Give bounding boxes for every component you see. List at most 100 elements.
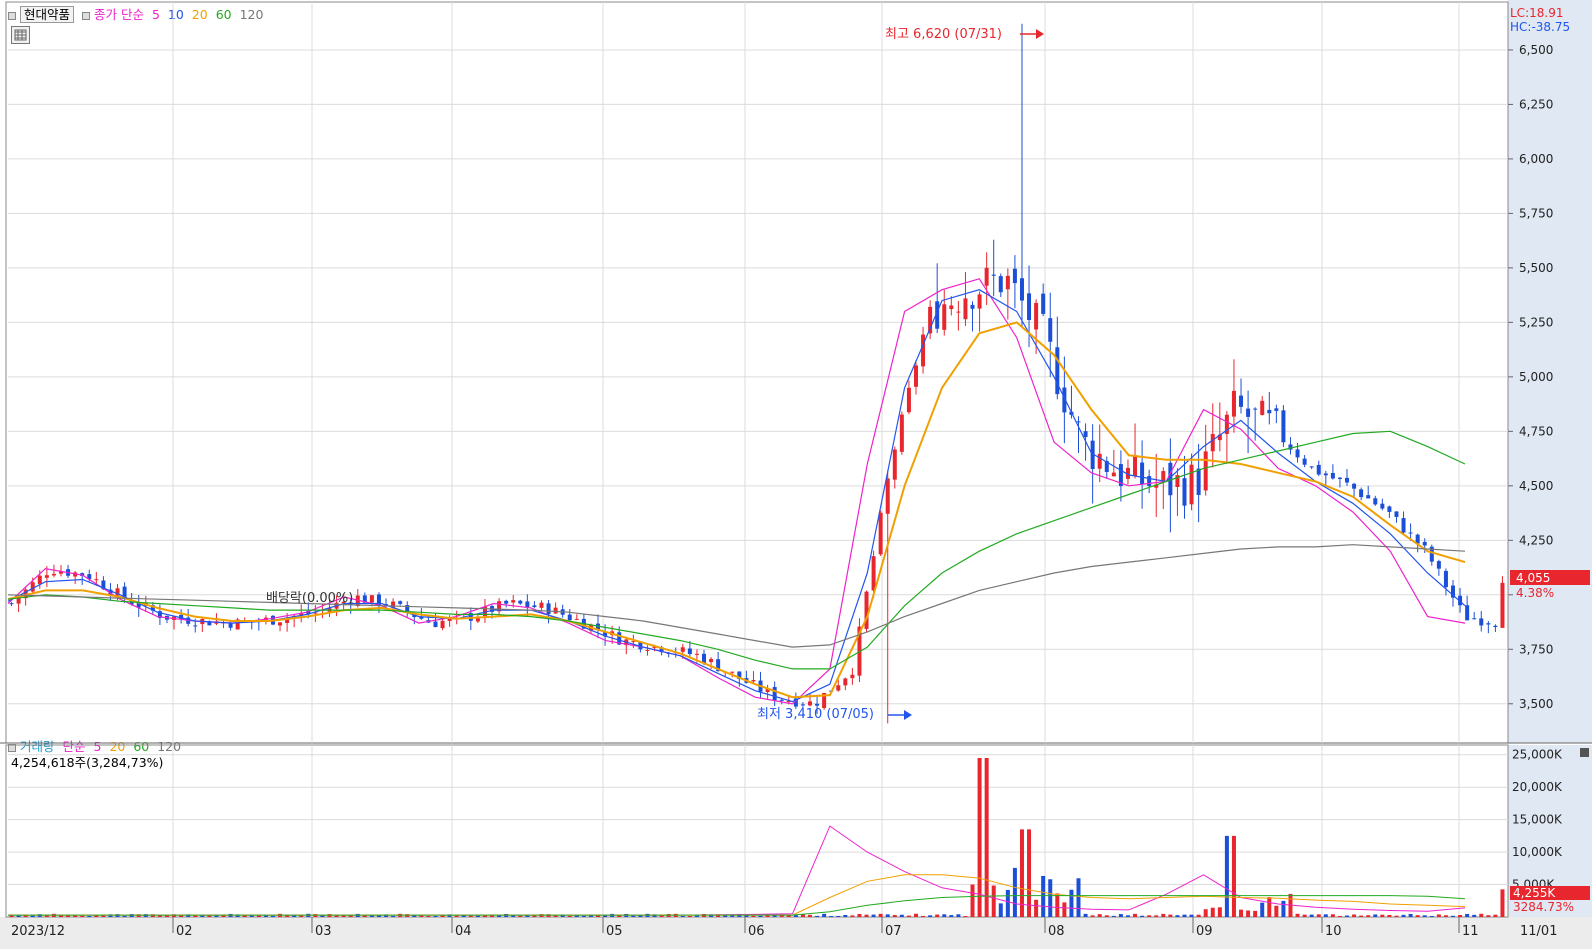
candle-body [836, 685, 841, 691]
candle-body [970, 304, 975, 309]
volume-bar [1373, 914, 1378, 917]
volume-bar [1359, 915, 1364, 917]
volume-bar [963, 916, 968, 918]
volume-bar [1281, 900, 1286, 917]
candle-body [772, 687, 777, 701]
volume-bar [631, 915, 636, 917]
candle-body [37, 575, 42, 584]
volume-bar [1352, 914, 1357, 917]
candle-body [1486, 623, 1491, 625]
volume-bar [1097, 914, 1102, 917]
high-annotation: 최고 6,620 (07/31) [885, 27, 1002, 42]
candle-body [574, 618, 579, 620]
volume-bar [1316, 914, 1321, 917]
candle-body [1260, 400, 1265, 415]
volume-bar [1005, 889, 1010, 917]
volume-bar [1083, 913, 1088, 917]
volume-bar [1147, 915, 1152, 917]
candle-body [1019, 278, 1024, 301]
candle-body [1359, 489, 1364, 498]
volume-bar [391, 915, 396, 917]
price-tick-label: 6,000 [1519, 152, 1553, 166]
volume-bar [1323, 914, 1328, 917]
volume-bar [1493, 914, 1498, 917]
chart-canvas[interactable]: 3,500 3,750 4,250 4,500 4,750 5,000 5,250 5,500… [0, 0, 1592, 949]
date-tick-label: 02 [176, 924, 193, 939]
candle-body [878, 512, 883, 555]
candle-body [1394, 511, 1399, 517]
candle-body [511, 600, 516, 603]
volume-tick-label: 20,000K [1512, 780, 1563, 794]
candle-body [871, 556, 876, 591]
candle-body [1196, 468, 1201, 495]
volume-bar [270, 915, 275, 917]
low-annotation: 최저 3,410 (07/05) [757, 707, 874, 722]
volume-bar [1465, 913, 1470, 917]
volume-bar [193, 915, 198, 917]
volume-bar [1125, 915, 1130, 917]
candle-body [1352, 483, 1357, 489]
volume-bar [1231, 835, 1236, 917]
volume-bar [1224, 835, 1229, 917]
volume-bar [1196, 914, 1201, 917]
candle-body [567, 614, 572, 621]
date-tick-label: 10 [1325, 924, 1342, 939]
date-tick-label: 2023/12 [11, 924, 65, 939]
volume-panel-border [5, 744, 1509, 918]
volume-bar [1161, 913, 1166, 917]
lc-value: LC:18.91 [1510, 6, 1563, 20]
candle-body [1083, 431, 1088, 438]
low-arrow-icon [888, 710, 912, 720]
volume-bar [850, 915, 855, 917]
volume-bar [998, 903, 1003, 917]
date-tick-label: 04 [455, 924, 472, 939]
volume-bar [1090, 915, 1095, 917]
current-price: 4,055 [1516, 571, 1550, 585]
volume-bar [1401, 914, 1406, 917]
candle-body [885, 478, 890, 514]
candle-body [977, 294, 982, 309]
volume-bar [1366, 915, 1371, 917]
candle-body [1034, 302, 1039, 330]
candle-body [1373, 498, 1378, 505]
volume-bar [30, 915, 35, 917]
volume-bar [1111, 915, 1116, 917]
candle-body [1203, 451, 1208, 491]
volume-bar [1422, 915, 1427, 917]
candle-body [645, 650, 650, 652]
dividend-annotation: 배당락(0.00%) [266, 591, 353, 606]
date-tick-label: 06 [748, 924, 765, 939]
volume-bar [1443, 915, 1448, 917]
candle-body [751, 680, 756, 682]
volume-bar [1408, 913, 1413, 917]
candle-body [525, 601, 530, 608]
volume-bar [906, 915, 911, 917]
candle-body [369, 595, 374, 603]
volume-bar [1458, 915, 1463, 917]
candle-body [1472, 618, 1477, 620]
volume-bar [977, 757, 982, 917]
candle-body [278, 622, 283, 626]
volume-bar [73, 915, 78, 917]
hc-value: HC:-38.75 [1510, 20, 1570, 34]
candle-body [807, 701, 812, 706]
volume-bar [928, 915, 933, 917]
candle-body [730, 671, 735, 673]
volume-tick-label: 10,000K [1512, 845, 1563, 859]
volume-bar [567, 915, 572, 917]
ma-line-20 [7, 321, 1466, 699]
candle-body [1182, 478, 1187, 506]
candle-body [1140, 462, 1145, 485]
volume-bar [815, 915, 820, 917]
candle-body [1337, 477, 1342, 479]
candle-body [1323, 473, 1328, 476]
volume-bar [1076, 878, 1081, 917]
candle-body [518, 600, 523, 604]
volume-bar [1479, 913, 1484, 917]
candle-body [1111, 472, 1116, 477]
candle-body [843, 678, 848, 686]
volume-close-icon[interactable] [1580, 748, 1589, 757]
candle-body [1309, 466, 1314, 468]
volume-bar [1182, 914, 1187, 917]
stock-chart-window: 현대약품 종가 단순 5 10 20 60 120 거래량 단순 5 20 60… [0, 0, 1592, 949]
